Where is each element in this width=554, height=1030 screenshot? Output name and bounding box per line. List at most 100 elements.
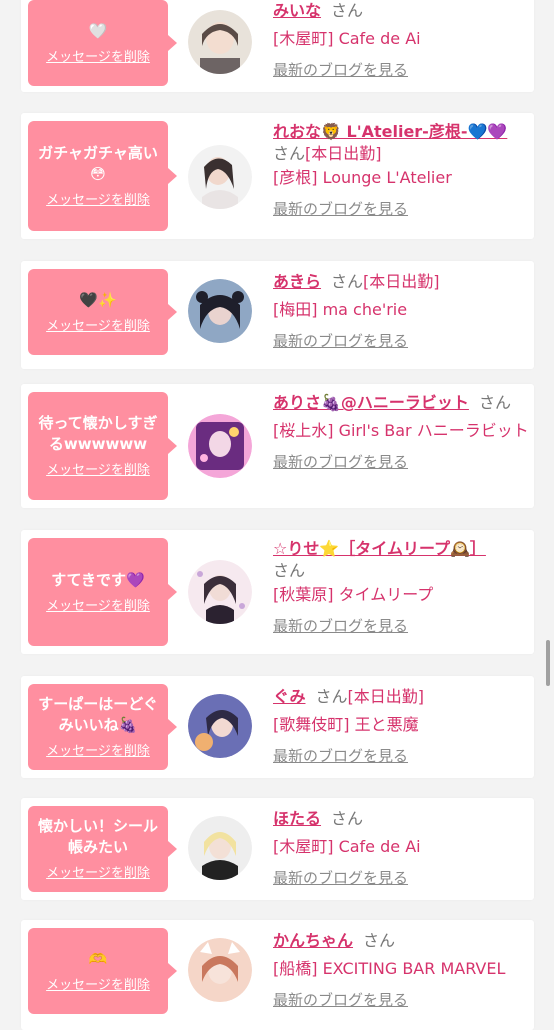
shop-label: [彦根] Lounge L'Atelier [273,168,452,187]
shop-label: [梅田] ma che'rie [273,300,408,319]
name-line: あきら さん[本日出勤] [273,271,529,293]
latest-blog-link[interactable]: 最新のブログを見る [273,452,529,472]
avatar[interactable] [188,10,252,74]
avatar-image [188,816,252,880]
entry-info: れおな🦁 L'Atelier-彦根-💙💜 さん[本日出勤] [彦根] Loung… [273,121,529,219]
avatar-image [188,10,252,74]
cast-name-link[interactable]: ぐみ [273,687,305,706]
delete-message-link[interactable]: メッセージを削除 [46,193,150,209]
honorific-label: さん [273,144,306,163]
name-line: ☆りせ⭐️［タイムリープ🕰️］ [273,538,529,560]
list-item: 懐かしい！シール帳みたい メッセージを削除 ほたる さん [木屋町] Cafe d… [21,798,534,900]
message-text: 懐かしい！シール帳みたい [37,817,158,856]
latest-blog-link[interactable]: 最新のブログを見る [273,746,529,766]
name-line: みいな さん [273,0,529,22]
delete-message-link[interactable]: メッセージを削除 [46,866,150,882]
message-bubble: 🖤✨ メッセージを削除 [28,269,177,355]
message-bubble: ガチャガチャ高い😳 メッセージを削除 [28,121,177,231]
latest-blog-link[interactable]: 最新のブログを見る [273,868,529,888]
avatar[interactable] [188,560,252,624]
shop-label: [秋葉原] タイムリープ [273,585,434,604]
cast-name-link[interactable]: かんちゃん [273,931,353,950]
delete-message-link[interactable]: メッセージを削除 [46,978,150,994]
latest-blog-link[interactable]: 最新のブログを見る [273,60,529,80]
name-line-2: さん[本日出勤] [273,143,529,165]
latest-blog-link[interactable]: 最新のブログを見る [273,331,529,351]
name-line: かんちゃん さん [273,930,529,952]
message-text: 🖤✨ [79,290,117,309]
entry-info: かんちゃん さん [船橋] EXCITING BAR MARVEL 最新のブログを… [273,930,529,1010]
cast-name-link[interactable]: れおな🦁 L'Atelier-彦根-💙💜 [273,122,507,141]
avatar[interactable] [188,816,252,880]
list-item: 🫶 メッセージを削除 かんちゃん さん [船橋] EXCITING BAR MAR… [21,920,534,1030]
delete-message-link[interactable]: メッセージを削除 [46,463,150,479]
list-item: すーぱーはーどぐみいいね🍇 メッセージを削除 ぐみ さん[本日出勤] [歌舞伎町]… [21,676,534,778]
delete-message-link[interactable]: メッセージを削除 [46,50,150,66]
cast-name-link[interactable]: ありさ🍇@ハニーラビット [273,393,469,412]
honorific-label: さん [331,272,364,291]
entry-info: あきら さん[本日出勤] [梅田] ma che'rie 最新のブログを見る [273,271,529,351]
honorific-label: さん [315,687,348,706]
honorific-label: さん [331,809,364,828]
cast-name-link[interactable]: みいな [273,1,321,20]
list-item: すてきです💜 メッセージを削除 ☆りせ⭐️［タイムリープ🕰️］ さん [秋葉原]… [21,530,534,654]
status-label: [本日出勤] [363,272,440,291]
shop-label: [船橋] EXCITING BAR MARVEL [273,959,506,978]
list-item: 🤍 メッセージを削除 みいな さん [木屋町] Cafe de Ai 最新のブログ… [21,0,534,92]
avatar[interactable] [188,694,252,758]
delete-message-link[interactable]: メッセージを削除 [46,319,150,335]
entry-info: ほたる さん [木屋町] Cafe de Ai 最新のブログを見る [273,808,529,888]
shop-label: [木屋町] Cafe de Ai [273,29,421,48]
name-line: ありさ🍇@ハニーラビット さん [273,392,529,414]
list-item: 待って懐かしすぎるwwwwww メッセージを削除 ありさ🍇@ハニーラビット さん … [21,384,534,508]
message-text: すてきです💜 [51,570,145,589]
latest-blog-link[interactable]: 最新のブログを見る [273,990,529,1010]
message-text: ガチャガチャ高い😳 [38,144,158,183]
entry-info: ☆りせ⭐️［タイムリープ🕰️］ さん [秋葉原] タイムリープ 最新のブログを見… [273,538,529,636]
shop-label: [木屋町] Cafe de Ai [273,837,421,856]
list-item: 🖤✨ メッセージを削除 あきら さん[本日出勤] [梅田] ma che'rie … [21,261,534,369]
message-text: 🤍 [88,21,108,40]
status-label: [本日出勤] [305,144,382,163]
avatar[interactable] [188,145,252,209]
honorific-label: さん [363,931,396,950]
message-bubble: すてきです💜 メッセージを削除 [28,538,177,646]
cast-name-link[interactable]: あきら [273,272,321,291]
name-line: れおな🦁 L'Atelier-彦根-💙💜 [273,121,529,143]
message-bubble: 懐かしい！シール帳みたい メッセージを削除 [28,806,177,892]
avatar-image [188,414,252,478]
message-bubble: すーぱーはーどぐみいいね🍇 メッセージを削除 [28,684,177,770]
honorific-label: さん [273,561,306,580]
avatar[interactable] [188,414,252,478]
message-bubble: 待って懐かしすぎるwwwwww メッセージを削除 [28,392,177,500]
avatar-image [188,279,252,343]
avatar[interactable] [188,279,252,343]
avatar-image [188,145,252,209]
entry-info: ぐみ さん[本日出勤] [歌舞伎町] 王と悪魔 最新のブログを見る [273,686,529,766]
latest-blog-link[interactable]: 最新のブログを見る [273,616,529,636]
honorific-label: さん [478,393,511,412]
scrollbar[interactable] [546,640,550,686]
list-item: ガチャガチャ高い😳 メッセージを削除 れおな🦁 L'Atelier-彦根-💙💜 … [21,113,534,239]
name-line: ほたる さん [273,808,529,830]
message-text: すーぱーはーどぐみいいね🍇 [38,695,158,734]
avatar-image [188,694,252,758]
honorific-label: さん [331,1,364,20]
shop-label: [歌舞伎町] 王と悪魔 [273,715,419,734]
cast-name-link[interactable]: ☆りせ⭐️［タイムリープ🕰️］ [273,539,486,558]
latest-blog-link[interactable]: 最新のブログを見る [273,199,529,219]
message-text: 🫶 [88,949,108,968]
avatar-image [188,560,252,624]
name-line-2: さん [273,560,529,582]
avatar[interactable] [188,938,252,1002]
shop-label: [桜上水] Girl's Bar ハニーラビット [273,421,529,440]
entry-info: みいな さん [木屋町] Cafe de Ai 最新のブログを見る [273,0,529,80]
delete-message-link[interactable]: メッセージを削除 [46,599,150,615]
entry-info: ありさ🍇@ハニーラビット さん [桜上水] Girl's Bar ハニーラビット … [273,392,529,472]
cast-name-link[interactable]: ほたる [273,809,321,828]
status-label: [本日出勤] [347,687,425,706]
message-text: 待って懐かしすぎるwwwwww [38,414,158,453]
avatar-image [188,938,252,1002]
delete-message-link[interactable]: メッセージを削除 [46,744,150,760]
message-bubble: 🤍 メッセージを削除 [28,0,177,86]
